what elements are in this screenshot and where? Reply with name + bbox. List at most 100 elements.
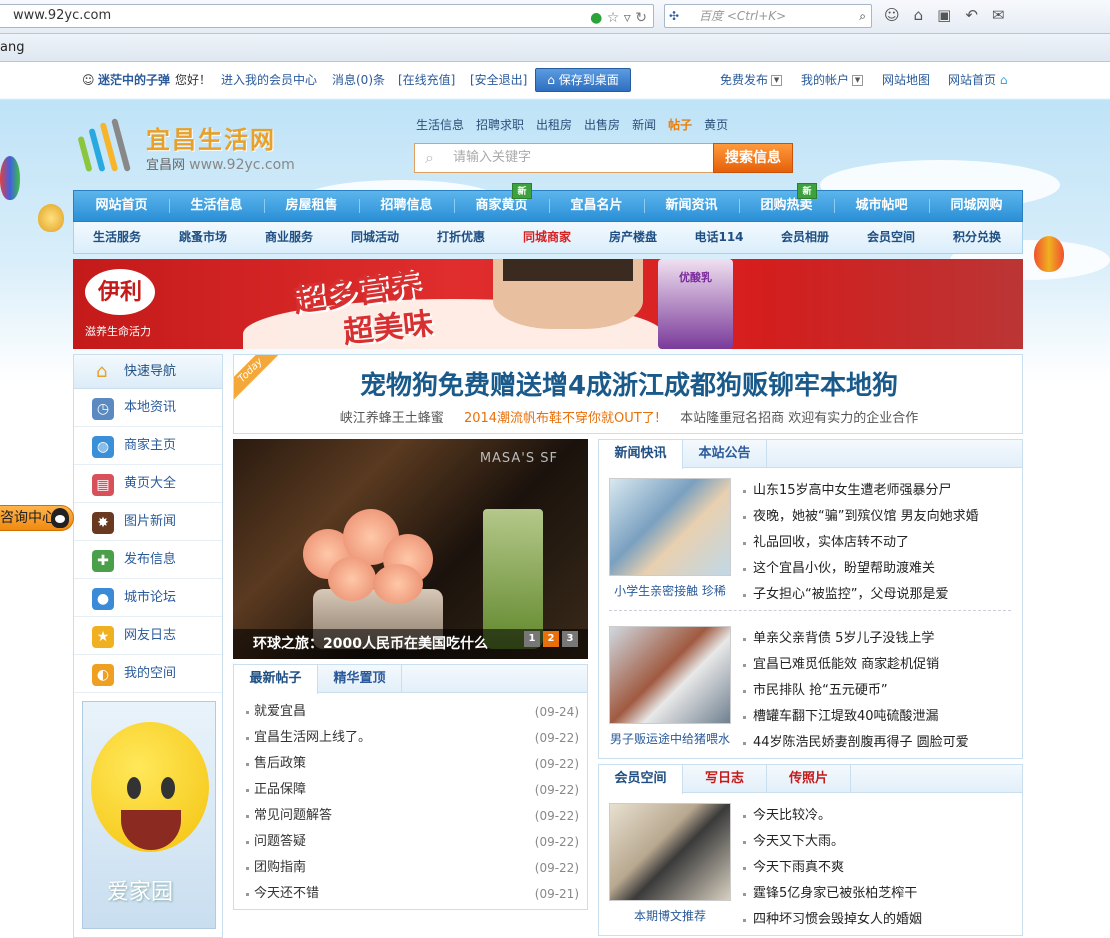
sidebar-nav-item[interactable]: ▤ 黄页大全 xyxy=(74,465,222,503)
sidebar-nav-item[interactable]: ✸ 图片新闻 xyxy=(74,503,222,541)
main-nav-item[interactable]: 城市帖吧 xyxy=(834,191,929,221)
my-account-menu[interactable]: 我的帐户 ▼ xyxy=(801,62,864,98)
chat-icon[interactable]: ✉ xyxy=(992,6,1019,24)
save-desktop-button[interactable]: ⌂ 保存到桌面 xyxy=(535,68,631,92)
tab-news-flash[interactable]: 新闻快讯 xyxy=(599,440,683,469)
sub-nav-item[interactable]: 会员相册 xyxy=(762,222,848,253)
sub-nav-item[interactable]: 同城商家 xyxy=(504,222,590,253)
news-list-item[interactable]: 山东15岁高中女生遭老师强暴分尸 xyxy=(743,478,979,504)
search-tab[interactable]: 黄页 xyxy=(704,116,728,133)
headline-link[interactable]: 本站隆重冠名招商 欢迎有实力的企业合作 xyxy=(680,411,918,426)
search-icon[interactable]: ⌕ xyxy=(859,5,866,27)
site-map-link[interactable]: 网站地图 xyxy=(882,62,930,98)
post-list-item[interactable]: 宜昌生活网上线了。 (09-22) xyxy=(246,725,579,751)
username-link[interactable]: 迷茫中的子弹 xyxy=(98,62,170,98)
site-home-link[interactable]: 网站首页 ⌂ xyxy=(948,62,1007,98)
news-thumb-caption[interactable]: 男子贩运途中给猪喂水 xyxy=(603,730,737,747)
consult-center-tab[interactable]: 咨询中心 xyxy=(0,505,74,531)
bookmark-item[interactable]: ang xyxy=(0,40,24,55)
tab-latest-posts[interactable]: 最新帖子 xyxy=(234,665,318,694)
sidebar-nav-item[interactable]: ◐ 我的空间 xyxy=(74,655,222,693)
news-list-item[interactable]: 霆锋5亿身家已被张柏芝榨干 xyxy=(743,881,922,907)
recharge-link[interactable]: [在线充值] xyxy=(398,62,455,98)
sidebar-nav-item[interactable]: ◷ 本地资讯 xyxy=(74,389,222,427)
logo-icon[interactable] xyxy=(78,116,140,174)
bookmarks-icon[interactable]: ▣ xyxy=(937,6,965,24)
search-button[interactable]: 搜索信息 xyxy=(713,143,793,173)
main-nav-item[interactable]: 宜昌名片 xyxy=(549,191,644,221)
slider-page-button[interactable]: 1 xyxy=(524,631,540,647)
go-icon[interactable]: ● xyxy=(590,10,602,26)
news-list-item[interactable]: 单亲父亲背债 5岁儿子没钱上学 xyxy=(743,626,969,652)
love-home-card[interactable]: 爱家园 xyxy=(82,701,216,929)
sub-nav-item[interactable]: 同城活动 xyxy=(332,222,418,253)
news-list-item[interactable]: 今天下雨真不爽 xyxy=(743,855,922,881)
sub-nav-item[interactable]: 商业服务 xyxy=(246,222,332,253)
sub-nav-item[interactable]: 会员空间 xyxy=(848,222,934,253)
main-nav-item[interactable]: 招聘信息 xyxy=(359,191,454,221)
headline-link[interactable]: 2014潮流帆布鞋不穿你就OUT了! xyxy=(464,411,660,426)
post-list-item[interactable]: 正品保障 (09-22) xyxy=(246,777,579,803)
post-list-item[interactable]: 团购指南 (09-22) xyxy=(246,855,579,881)
main-nav-item[interactable]: 生活信息 xyxy=(169,191,264,221)
news-list-item[interactable]: 四种坏习惯会毁掉女人的婚姻 xyxy=(743,907,922,933)
post-list-item[interactable]: 今天还不错 (09-21) xyxy=(246,881,579,907)
photo-slider[interactable]: MASA'S SF 环球之旅：2000人民币在美国吃什么 123 xyxy=(233,439,588,659)
search-tab[interactable]: 出租房 xyxy=(536,116,572,133)
site-search-input[interactable]: ⌕ 请输入关键字 xyxy=(414,143,714,173)
post-list-item[interactable]: 就爱宜昌 (09-24) xyxy=(246,699,579,725)
post-list-item[interactable]: 售后政策 (09-22) xyxy=(246,751,579,777)
news-list-item[interactable]: 子女担心“被监控”，父母说那是爱 xyxy=(743,582,979,608)
sub-nav-item[interactable]: 电话114 xyxy=(676,222,762,253)
dropdown-icon[interactable]: ▿ xyxy=(624,10,631,26)
address-bar[interactable]: www.92yc.com ● ☆ ▿ ↻ xyxy=(0,4,654,28)
addon-icon[interactable]: ☺ xyxy=(884,6,914,24)
baidu-icon[interactable]: ✣ xyxy=(669,5,679,27)
news-list-item[interactable]: 夜晚，她被“骗”到殡仪馆 男友向她求婚 xyxy=(743,504,979,530)
news-list-item[interactable]: 今天又下大雨。 xyxy=(743,829,922,855)
main-nav-item[interactable]: 新闻资讯 xyxy=(644,191,739,221)
blog-thumb-image[interactable] xyxy=(609,803,731,901)
slider-page-button[interactable]: 2 xyxy=(543,631,559,647)
search-tab[interactable]: 新闻 xyxy=(632,116,656,133)
news-list-item[interactable]: 44岁陈浩民娇妻剖腹再得子 圆脸可爱 xyxy=(743,730,969,756)
post-list-item[interactable]: 常见问题解答 (09-22) xyxy=(246,803,579,829)
tab-featured-posts[interactable]: 精华置顶 xyxy=(318,665,402,693)
news-list-item[interactable]: 这个宜昌小伙，盼望帮助渡难关 xyxy=(743,556,979,582)
sidebar-nav-item[interactable]: ● 城市论坛 xyxy=(74,579,222,617)
sub-nav-item[interactable]: 生活服务 xyxy=(74,222,160,253)
ad-banner[interactable]: 伊利 滋养生命活力 超多营养 超美味 优酸乳 xyxy=(73,259,1023,349)
news-thumb-image[interactable] xyxy=(609,626,731,724)
main-nav-item[interactable]: 房屋租售 xyxy=(264,191,359,221)
news-thumb-caption[interactable]: 小学生亲密接触 珍稀 xyxy=(603,582,737,599)
sub-nav-item[interactable]: 打折优惠 xyxy=(418,222,504,253)
back-arrow-icon[interactable]: ↶ xyxy=(965,6,992,24)
sub-nav-item[interactable]: 房产楼盘 xyxy=(590,222,676,253)
sidebar-nav-item[interactable]: ✚ 发布信息 xyxy=(74,541,222,579)
site-logo-title[interactable]: 宜昌生活网 xyxy=(146,120,276,155)
tab-member-space[interactable]: 会员空间 xyxy=(599,765,683,794)
logout-link[interactable]: [安全退出] xyxy=(470,62,527,98)
slider-page-button[interactable]: 3 xyxy=(562,631,578,647)
news-list-item[interactable]: 今天比较冷。 xyxy=(743,803,922,829)
search-tab[interactable]: 招聘求职 xyxy=(476,116,524,133)
news-list-item[interactable]: 市民排队 抢“五元硬币” xyxy=(743,678,969,704)
search-tab[interactable]: 出售房 xyxy=(584,116,620,133)
news-list-item[interactable]: 礼品回收，实体店转不动了 xyxy=(743,530,979,556)
main-nav-item[interactable]: 同城网购 xyxy=(929,191,1024,221)
search-tab[interactable]: 帖子 xyxy=(668,116,692,133)
main-nav-item[interactable]: 网站首页 xyxy=(74,191,169,221)
sub-nav-item[interactable]: 跳蚤市场 xyxy=(160,222,246,253)
main-nav-item[interactable]: 团购热卖新 xyxy=(739,183,834,221)
main-nav-item[interactable]: 商家黄页新 xyxy=(454,183,549,221)
star-icon[interactable]: ☆ xyxy=(607,10,620,26)
sidebar-nav-item[interactable]: ◍ 商家主页 xyxy=(74,427,222,465)
news-list-item[interactable]: 槽罐车翻下江堤致40吨硫酸泄漏 xyxy=(743,704,969,730)
member-center-link[interactable]: 进入我的会员中心 xyxy=(221,62,317,98)
browser-search-field[interactable]: ✣ 百度 <Ctrl+K> ⌕ xyxy=(664,4,872,28)
sub-nav-item[interactable]: 积分兑换 xyxy=(934,222,1020,253)
free-post-menu[interactable]: 免费发布 ▼ xyxy=(720,62,783,98)
news-thumb-image[interactable] xyxy=(609,478,731,576)
messages-link[interactable]: 消息(0)条 xyxy=(332,62,385,98)
blog-thumb-caption[interactable]: 本期博文推荐 xyxy=(603,907,737,924)
